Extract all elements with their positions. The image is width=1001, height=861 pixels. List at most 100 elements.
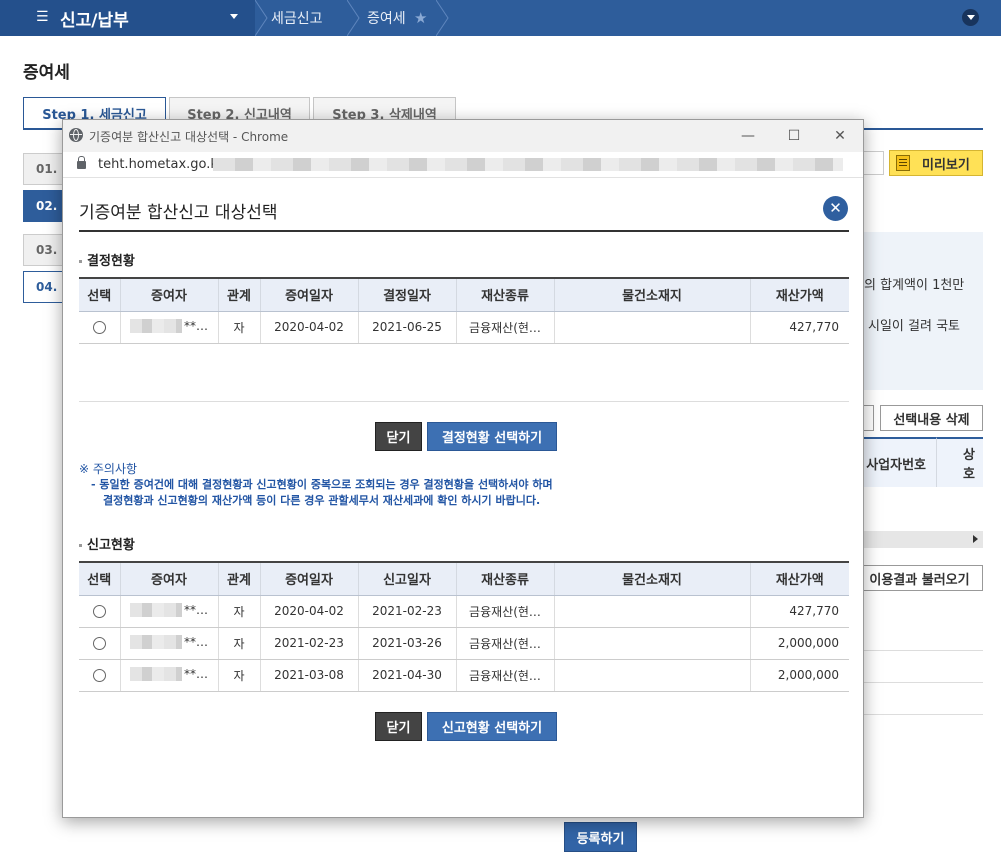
globe-icon [69, 128, 83, 142]
asset-type-cell: 금융재산(현… [455, 627, 554, 660]
preview-button[interactable]: 미리보기 [889, 150, 983, 176]
asset-type-cell: 금융재산(현… [455, 659, 554, 692]
column-header-asset-value: 재산가액 [749, 277, 849, 312]
minimize-icon[interactable]: — [728, 124, 768, 148]
section-divider [79, 401, 849, 402]
register-button[interactable]: 등록하기 [564, 822, 637, 852]
decision-select-button[interactable]: 결정현황 선택하기 [427, 422, 557, 451]
load-result-button[interactable]: 이용결과 불러오기 [856, 565, 983, 591]
table-row[interactable]: **… 자 2020-04-02 2021-06-25 금융재산(현… 427,… [79, 311, 849, 344]
dialog-title: 기증여분 합산신고 대상선택 [79, 203, 278, 223]
asset-value-cell: 2,000,000 [749, 627, 849, 660]
column-header-donor: 증여자 [119, 561, 218, 596]
location-cell [553, 311, 750, 344]
gift-date-cell: 2021-03-08 [259, 659, 358, 692]
redacted-url-part [213, 158, 843, 171]
notice-title: ※ 주의사항 [79, 462, 138, 476]
report-section-title: 신고현황 [79, 534, 135, 553]
favorite-star-icon[interactable]: ★ [414, 0, 427, 36]
lock-icon [77, 156, 86, 169]
page-title: 증여세 [23, 63, 70, 83]
relation-cell: 자 [217, 627, 260, 660]
row-select-radio[interactable] [92, 321, 106, 334]
decision-section-title: 결정현황 [79, 250, 135, 269]
row-select-radio[interactable] [92, 605, 106, 618]
address-bar: teht.hometax.go.kr/ [63, 152, 863, 178]
maximize-icon[interactable]: ☐ [774, 124, 814, 148]
side-item-04[interactable]: 04. [23, 271, 63, 303]
address-url[interactable]: teht.hometax.go.kr/ [98, 157, 228, 172]
column-header-asset-type: 재산종류 [455, 277, 554, 312]
report-table: 선택 증여자 관계 증여일자 신고일자 재산종류 물건소재지 재산가액 **… … [79, 561, 849, 692]
asset-type-cell: 금융재산(현… [455, 311, 554, 344]
dialog-title-rule [79, 230, 849, 232]
column-header-select: 선택 [79, 561, 120, 596]
report-close-button[interactable]: 닫기 [375, 712, 422, 741]
asset-value-cell: 2,000,000 [749, 659, 849, 692]
side-item-03[interactable]: 03. [23, 234, 63, 266]
info-text-line-2: 시일이 걸려 국토 [868, 319, 960, 334]
gift-date-cell: 2021-02-23 [259, 627, 358, 660]
gift-date-cell: 2020-04-02 [259, 311, 358, 344]
main-menu-button[interactable]: ☰ 신고/납부 [0, 0, 255, 36]
column-header-gift-date: 증여일자 [259, 561, 358, 596]
redacted-name [130, 666, 182, 681]
column-header-location: 물건소재지 [553, 277, 750, 312]
relation-cell: 자 [217, 311, 260, 344]
column-header-gift-date: 증여일자 [259, 277, 358, 312]
report-date-cell: 2021-02-23 [357, 595, 456, 628]
column-header-asset-value: 재산가액 [749, 561, 849, 596]
caret-down-icon [230, 14, 238, 19]
row-divider [860, 714, 983, 715]
column-header-location: 물건소재지 [553, 561, 750, 596]
horizontal-scrollbar[interactable] [860, 531, 983, 548]
table-row[interactable]: **… 자 2021-02-23 2021-03-26 금융재산(현… 2,00… [79, 627, 849, 660]
breadcrumb-tax-report[interactable]: 세금신고 [271, 0, 323, 36]
breadcrumb-separator-icon [255, 0, 268, 36]
donor-name: **… [184, 318, 208, 333]
location-cell [553, 595, 750, 628]
side-item-02[interactable]: 02. [23, 190, 63, 222]
row-select-radio[interactable] [92, 637, 106, 650]
relation-cell: 자 [217, 595, 260, 628]
donor-name: **… [184, 602, 208, 617]
table-row[interactable]: **… 자 2020-04-02 2021-02-23 금융재산(현… 427,… [79, 595, 849, 628]
preview-label: 미리보기 [922, 157, 970, 173]
column-header-relation: 관계 [217, 561, 260, 596]
breadcrumb-gift-tax[interactable]: 증여세 [367, 0, 406, 36]
location-cell [553, 659, 750, 692]
column-header-relation: 관계 [217, 277, 260, 312]
report-select-button[interactable]: 신고현황 선택하기 [427, 712, 557, 741]
donor-name: **… [184, 666, 208, 681]
side-item-01[interactable]: 01. [23, 153, 63, 185]
relation-cell: 자 [217, 659, 260, 692]
donor-name: **… [184, 634, 208, 649]
table-row[interactable]: **… 자 2021-03-08 2021-04-30 금융재산(현… 2,00… [79, 659, 849, 692]
redacted-name [130, 318, 182, 333]
popup-window: 기증여분 합산신고 대상선택 - Chrome — ☐ ✕ teht.homet… [62, 119, 864, 818]
row-divider [860, 650, 983, 651]
column-header-trade-name: 상호 [937, 437, 983, 487]
row-divider [860, 682, 983, 683]
close-icon[interactable]: ✕ [823, 196, 848, 221]
document-icon [896, 155, 910, 171]
window-title: 기증여분 합산신고 대상선택 - Chrome [89, 130, 289, 144]
window-close-icon[interactable]: ✕ [820, 124, 860, 148]
column-header-decision-date: 결정일자 [357, 277, 456, 312]
info-box [860, 232, 983, 390]
decision-date-cell: 2021-06-25 [357, 311, 456, 344]
notice-line-1: - 동일한 증여건에 대해 결정현황과 신고현황이 중복으로 조회되는 경우 결… [91, 478, 553, 491]
column-header-donor: 증여자 [119, 277, 218, 312]
expand-down-icon[interactable] [962, 9, 979, 26]
hamburger-icon: ☰ [36, 9, 49, 25]
decision-close-button[interactable]: 닫기 [375, 422, 422, 451]
column-header-bizno: 사업자번호 [860, 437, 937, 487]
breadcrumb-separator-icon [347, 0, 360, 36]
row-select-radio[interactable] [92, 669, 106, 682]
asset-value-cell: 427,770 [749, 595, 849, 628]
delete-selected-button[interactable]: 선택내용 삭제 [880, 405, 983, 431]
report-date-cell: 2021-03-26 [357, 627, 456, 660]
column-header-select: 선택 [79, 277, 120, 312]
location-cell [553, 627, 750, 660]
column-header-report-date: 신고일자 [357, 561, 456, 596]
